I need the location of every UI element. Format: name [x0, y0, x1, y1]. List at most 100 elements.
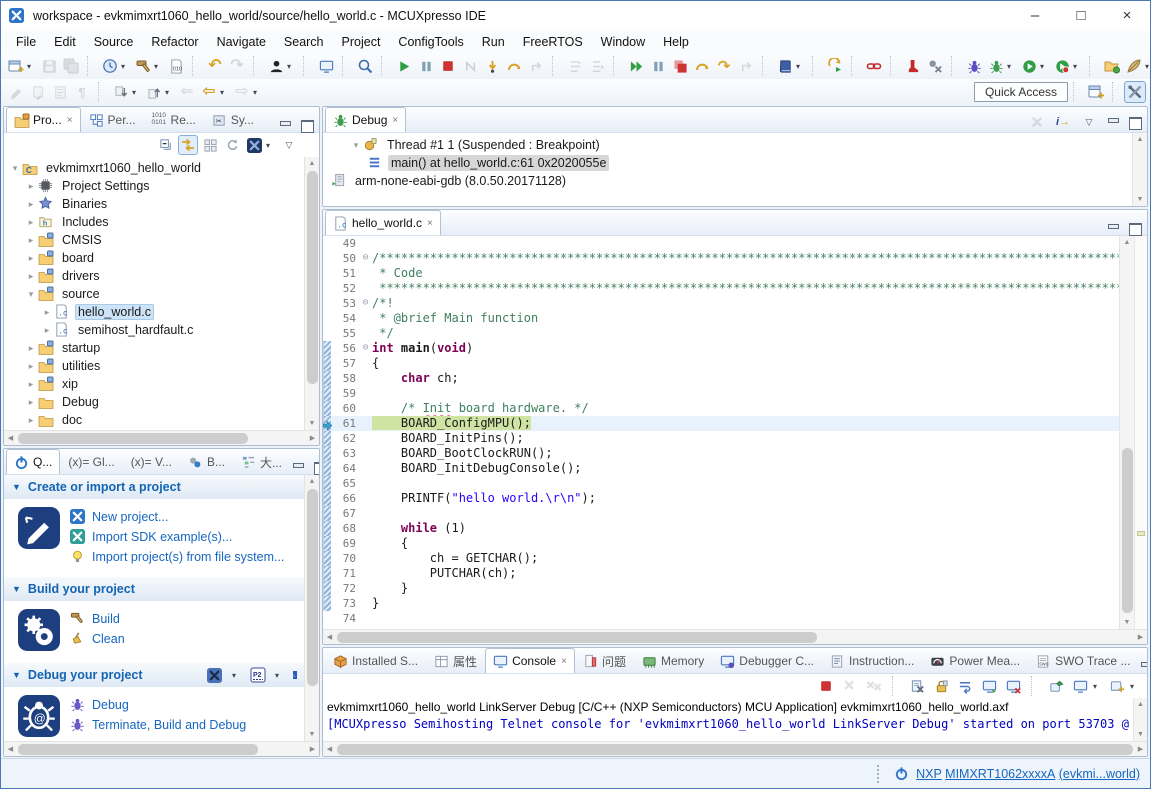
- viewmenu-button[interactable]: ▽: [279, 135, 299, 155]
- quickstart-hscrollbar[interactable]: ◀▶: [4, 741, 319, 756]
- quickstart-link-build[interactable]: Build: [70, 611, 125, 627]
- undo-button[interactable]: ↶: [204, 55, 226, 77]
- menu-source[interactable]: Source: [85, 33, 143, 51]
- refresh-run-button[interactable]: [824, 55, 846, 77]
- tab-swo-trace[interactable]: swoSWO Trace ...: [1028, 648, 1138, 673]
- binary-doc-button[interactable]: 010: [165, 55, 187, 77]
- tab-installed-s[interactable]: Installed S...: [325, 648, 426, 673]
- code-editor[interactable]: 4950⊖/**********************************…: [323, 236, 1119, 629]
- power-icon[interactable]: [894, 766, 910, 782]
- expand-twisty-icon[interactable]: ▸: [40, 325, 54, 336]
- step3b-button[interactable]: ↷: [713, 55, 735, 77]
- status-link-nxp[interactable]: NXP: [916, 767, 942, 781]
- maximize-view-button[interactable]: [1127, 221, 1143, 235]
- section-header-create-or-import-a-project[interactable]: ▼Create or import a project: [4, 475, 319, 499]
- fwd-gray-dropdown-icon[interactable]: ▾: [253, 88, 261, 97]
- new-wizard-button[interactable]: [5, 55, 27, 77]
- build-hammer-dropdown-icon[interactable]: ▾: [154, 62, 162, 71]
- remove-all-gray-button[interactable]: [1027, 112, 1047, 132]
- maximize-view-button[interactable]: [1127, 115, 1143, 129]
- expand-twisty-icon[interactable]: ▸: [24, 181, 38, 192]
- tree-item-project-settings[interactable]: ▸Project Settings: [4, 177, 319, 195]
- ann-next-button[interactable]: [110, 81, 132, 103]
- expand-twisty-icon[interactable]: ▸: [24, 199, 38, 210]
- close-tab-icon[interactable]: ×: [427, 218, 433, 229]
- project-tree[interactable]: ▾Cevkmimxrt1060_hello_world▸Project Sett…: [4, 157, 319, 430]
- menu-project[interactable]: Project: [333, 33, 390, 51]
- quickstart-link-clean[interactable]: Clean: [70, 631, 125, 647]
- stdout-console-button[interactable]: [978, 675, 1000, 697]
- expand-twisty-icon[interactable]: ▸: [24, 253, 38, 264]
- remove-xx-button[interactable]: [863, 675, 885, 697]
- expand-twisty-icon[interactable]: ▸: [24, 217, 38, 228]
- status-link-mimxrt1062xxxxa[interactable]: MIMXRT1062xxxxA: [945, 767, 1055, 781]
- ann-prev-dropdown-icon[interactable]: ▾: [165, 88, 173, 97]
- menu-file[interactable]: File: [7, 33, 45, 51]
- overview-annotation[interactable]: [1137, 531, 1145, 536]
- console-hscrollbar[interactable]: ◀▶: [323, 741, 1147, 756]
- debug-vscrollbar[interactable]: ▲▼: [1132, 133, 1147, 206]
- term-stack-button[interactable]: [669, 55, 691, 77]
- display-console-button[interactable]: [1069, 675, 1091, 697]
- disconnect-button[interactable]: [459, 55, 481, 77]
- save-all-button[interactable]: [60, 55, 82, 77]
- tree-item-semihost-hardfault-c[interactable]: ▸.csemihost_hardfault.c: [4, 321, 319, 339]
- step3a-button[interactable]: [691, 55, 713, 77]
- section-header-debug-your-project[interactable]: ▼Debug your project▾P2▾L: [4, 663, 319, 687]
- tab-per[interactable]: Per...: [81, 107, 144, 132]
- tab-hello-world-c[interactable]: .chello_world.c×: [325, 210, 441, 235]
- menu-edit[interactable]: Edit: [45, 33, 85, 51]
- close-tab-icon[interactable]: ×: [561, 656, 567, 667]
- debug-item-main-at-hello-world-c-61[interactable]: main() at hello_world.c:61 0x2020055e: [323, 154, 1147, 172]
- tab-memory[interactable]: Memory: [634, 648, 712, 673]
- chain-button[interactable]: [863, 55, 885, 77]
- spider-blue-button[interactable]: [963, 55, 985, 77]
- maximize-button[interactable]: □: [1058, 1, 1104, 31]
- expand-twisty-icon[interactable]: ▸: [40, 307, 54, 318]
- ann-next-dropdown-icon[interactable]: ▾: [132, 88, 140, 97]
- close-button[interactable]: ×: [1104, 1, 1150, 31]
- fold-marker-icon[interactable]: ⊖: [359, 341, 372, 356]
- back-yellow-button[interactable]: ⇦: [198, 81, 220, 103]
- quickstart-link-debug[interactable]: Debug: [70, 697, 246, 713]
- new-wizard-dropdown-icon[interactable]: ▾: [27, 62, 35, 71]
- user-button[interactable]: [265, 55, 287, 77]
- profile-circle-dropdown-icon[interactable]: ▾: [1073, 62, 1081, 71]
- editor-hscrollbar[interactable]: ◀▶: [323, 629, 1147, 644]
- istep-button[interactable]: i→: [1053, 112, 1073, 132]
- tab-debugger-c[interactable]: Debugger C...: [712, 648, 822, 673]
- console-vscrollbar[interactable]: ▲▼: [1133, 698, 1147, 741]
- trace-cont-button[interactable]: [586, 55, 608, 77]
- close-tab-icon[interactable]: ×: [392, 115, 398, 126]
- fold-marker-icon[interactable]: ⊖: [359, 296, 372, 311]
- tab-pro[interactable]: Pro...×: [6, 107, 81, 132]
- tab-x-v[interactable]: (x)= V...: [123, 449, 180, 474]
- tree-item-xip[interactable]: ▸xip: [4, 375, 319, 393]
- quick-access-button[interactable]: Quick Access: [974, 82, 1068, 102]
- tree-item-hello-world-c[interactable]: ▸.chello_world.c: [4, 303, 319, 321]
- run-circle-button[interactable]: [1018, 55, 1040, 77]
- collapse-twisty-icon[interactable]: ▾: [8, 163, 22, 174]
- spider-green-button[interactable]: [985, 55, 1007, 77]
- viewmenu-button[interactable]: ▽: [1079, 112, 1099, 132]
- tab-sy[interactable]: ✂Sy...: [204, 107, 262, 132]
- minimize-view-button[interactable]: [1105, 221, 1121, 235]
- step-into-button[interactable]: [481, 55, 503, 77]
- tab-debug[interactable]: Debug×: [325, 107, 406, 132]
- quickstart-link-terminate-build-and-debug[interactable]: Terminate, Build and Debug: [70, 717, 246, 733]
- tab-console[interactable]: Console×: [485, 648, 575, 673]
- word-wrap-button[interactable]: [954, 675, 976, 697]
- open-console-button[interactable]: [1106, 675, 1128, 697]
- tab-tab[interactable]: 属性: [426, 648, 485, 673]
- menu-configtools[interactable]: ConfigTools: [389, 33, 472, 51]
- tree-item-cmsis[interactable]: ▸CMSIS: [4, 231, 319, 249]
- maximize-view-button[interactable]: [299, 118, 315, 132]
- suspend-button[interactable]: [415, 55, 437, 77]
- section-collapse-icon[interactable]: ▼: [12, 670, 21, 680]
- run-circle-dropdown-icon[interactable]: ▾: [1040, 62, 1048, 71]
- collapse-twisty-icon[interactable]: ▾: [24, 289, 38, 300]
- section-collapse-icon[interactable]: ▼: [12, 584, 21, 594]
- collapse-all-button[interactable]: [156, 135, 176, 155]
- tab-tab[interactable]: 大...: [233, 449, 290, 474]
- feather-dropdown-icon[interactable]: ▾: [1145, 62, 1151, 71]
